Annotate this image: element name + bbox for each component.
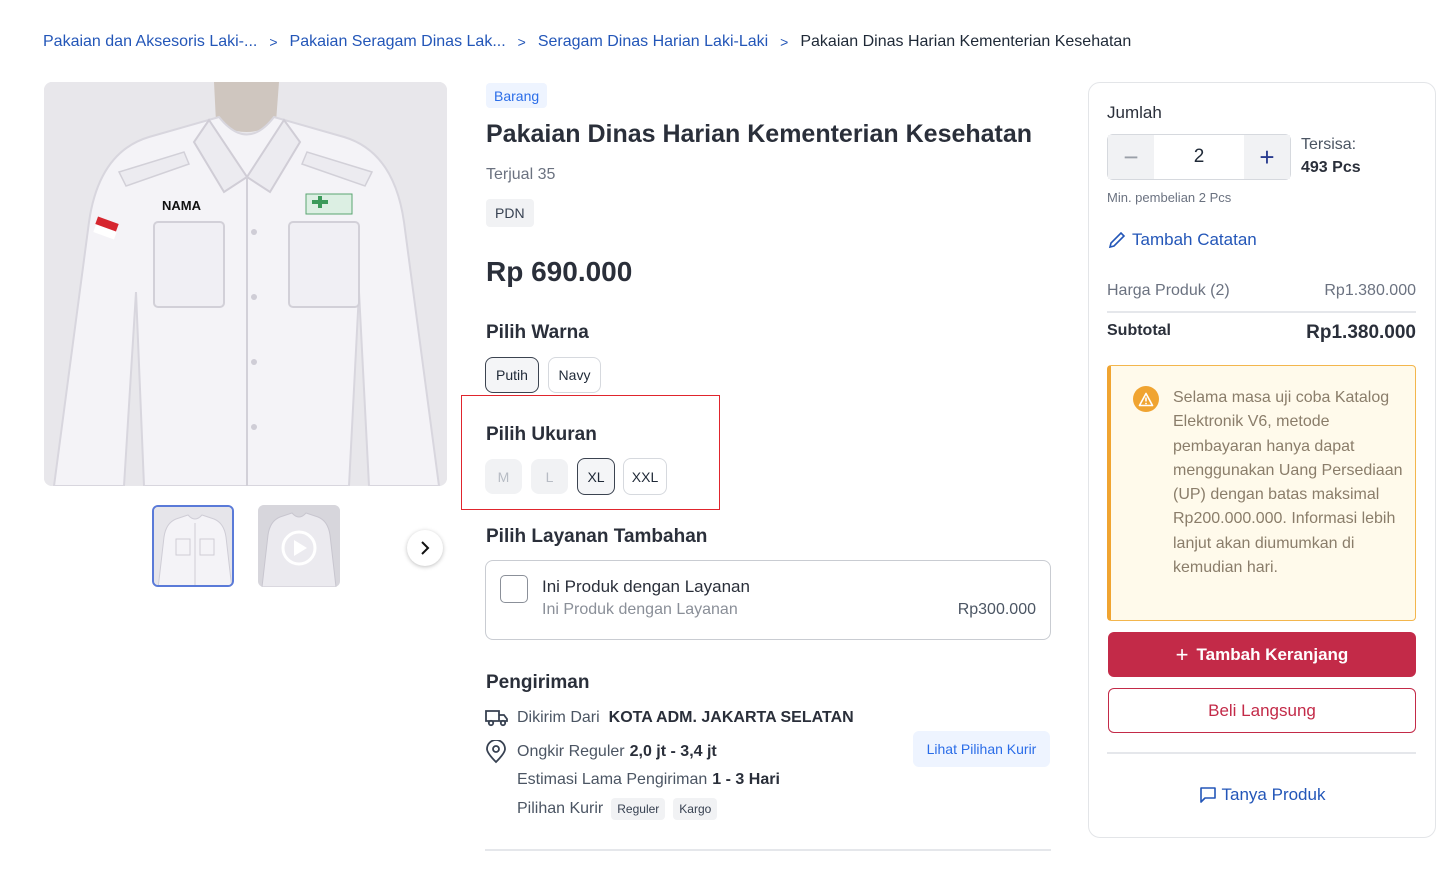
shipping-origin-label: Dikirim Dari: [517, 709, 600, 726]
buy-now-button[interactable]: Beli Langsung: [1108, 688, 1416, 733]
shirt-name-label: NAMA: [162, 198, 201, 213]
divider: [1107, 311, 1416, 313]
breadcrumb: Pakaian dan Aksesoris Laki-... > Pakaian…: [43, 31, 1131, 53]
size-section-title: Pilih Ukuran: [486, 424, 597, 445]
add-note-button[interactable]: Tambah Catatan: [1107, 230, 1257, 250]
courier-label: Pilihan Kurir: [517, 800, 604, 817]
breadcrumb-separator: >: [780, 34, 789, 50]
subtotal-row: Subtotal Rp1.380.000: [1107, 322, 1416, 344]
shipping-cost-value: 2,0 jt - 3,4 jt: [629, 743, 717, 760]
payment-notice: Selama masa uji coba Katalog Elektronik …: [1107, 365, 1416, 621]
service-checkbox[interactable]: [500, 575, 528, 603]
product-type-tag: Barang: [486, 83, 548, 108]
shipping-estimate-label: Estimasi Lama Pengiriman: [517, 771, 708, 788]
subtotal-value: Rp1.380.000: [1306, 322, 1416, 343]
size-option-xxl[interactable]: XXL: [623, 458, 667, 495]
service-section-title: Pilih Layanan Tambahan: [486, 526, 708, 547]
chevron-right-icon: [421, 541, 430, 555]
product-price: Rp 690.000: [486, 256, 633, 287]
shirt-image: [44, 82, 447, 486]
min-purchase-text: Min. pembelian 2 Pcs: [1107, 190, 1232, 205]
thumbnail-video[interactable]: [258, 505, 340, 587]
shipping-origin-value: KOTA ADM. JAKARTA SELATAN: [608, 709, 854, 726]
add-to-cart-label: Tambah Keranjang: [1196, 644, 1349, 664]
quantity-stepper: − 2 +: [1107, 134, 1291, 180]
size-option-l[interactable]: L: [531, 459, 568, 494]
notice-text: Selama masa uji coba Katalog Elektronik …: [1173, 389, 1403, 577]
shipping-cost-label: Ongkir Reguler: [517, 743, 625, 760]
plus-icon: +: [1175, 641, 1189, 667]
pencil-icon: [1108, 231, 1126, 249]
breadcrumb-separator: >: [517, 34, 526, 50]
add-note-label: Tambah Catatan: [1132, 230, 1257, 249]
courier-tag-reguler: Reguler: [611, 798, 666, 820]
view-courier-button[interactable]: Lihat Pilihan Kurir: [913, 731, 1050, 767]
product-price-label: Harga Produk (2): [1107, 282, 1230, 299]
courier-tag-kargo: Kargo: [673, 798, 718, 820]
service-price: Rp300.000: [957, 601, 1036, 618]
color-option-putih[interactable]: Putih: [485, 357, 539, 393]
shipping-origin-row: Dikirim Dari KOTA ADM. JAKARTA SELATAN: [485, 708, 854, 728]
product-price-value: Rp1.380.000: [1324, 282, 1416, 299]
thumbnail-photo[interactable]: [152, 505, 234, 587]
courier-row: Pilihan Kurir Reguler Kargo: [517, 798, 718, 820]
breadcrumb-separator: >: [269, 34, 278, 50]
sold-count: Terjual 35: [486, 166, 556, 183]
truck-icon: [485, 710, 508, 727]
play-icon: [258, 505, 340, 587]
ask-product-button[interactable]: Tanya Produk: [1108, 785, 1416, 805]
shipping-estimate-value: 1 - 3 Hari: [712, 771, 780, 788]
quantity-input[interactable]: 2: [1154, 135, 1244, 179]
location-pin-icon: [486, 740, 506, 764]
stock-label: Tersisa:: [1301, 136, 1357, 153]
breadcrumb-current: Pakaian Dinas Harian Kementerian Kesehat…: [800, 33, 1132, 50]
add-to-cart-button[interactable]: + Tambah Keranjang: [1108, 632, 1416, 677]
subtotal-label: Subtotal: [1107, 322, 1171, 339]
shipping-estimate-row: Estimasi Lama Pengiriman 1 - 3 Hari: [517, 771, 780, 789]
stock-value: 493 Pcs: [1301, 159, 1361, 176]
shipping-cost-row: Ongkir Reguler 2,0 jt - 3,4 jt: [485, 740, 717, 764]
color-section-title: Pilih Warna: [486, 322, 589, 343]
shirt-thumbnail-icon: [154, 507, 232, 585]
breadcrumb-link-2[interactable]: Pakaian Seragam Dinas Lak...: [290, 33, 506, 51]
quantity-label: Jumlah: [1107, 103, 1162, 122]
quantity-increase-button[interactable]: +: [1244, 135, 1290, 179]
divider: [485, 849, 1051, 851]
service-option-card[interactable]: Ini Produk dengan Layanan Ini Produk den…: [485, 560, 1051, 640]
quantity-decrease-button[interactable]: −: [1108, 135, 1154, 179]
ask-product-label: Tanya Produk: [1221, 785, 1326, 804]
size-option-xl[interactable]: XL: [577, 458, 615, 495]
divider: [1107, 752, 1416, 754]
service-name: Ini Produk dengan Layanan: [542, 577, 750, 596]
breadcrumb-link-3[interactable]: Seragam Dinas Harian Laki-Laki: [538, 33, 768, 51]
shipping-section-title: Pengiriman: [486, 672, 590, 693]
product-main-image[interactable]: NAMA: [44, 82, 447, 486]
product-price-row: Harga Produk (2) Rp1.380.000: [1107, 282, 1416, 300]
chat-icon: [1199, 787, 1216, 803]
gallery-next-button[interactable]: [407, 530, 443, 566]
warning-icon: [1133, 386, 1159, 412]
product-tag: PDN: [486, 199, 534, 227]
color-option-navy[interactable]: Navy: [548, 357, 601, 393]
breadcrumb-link-1[interactable]: Pakaian dan Aksesoris Laki-...: [43, 33, 257, 51]
service-description: Ini Produk dengan Layanan: [542, 601, 738, 618]
size-option-m[interactable]: M: [485, 459, 522, 494]
product-title: Pakaian Dinas Harian Kementerian Kesehat…: [486, 120, 1033, 148]
